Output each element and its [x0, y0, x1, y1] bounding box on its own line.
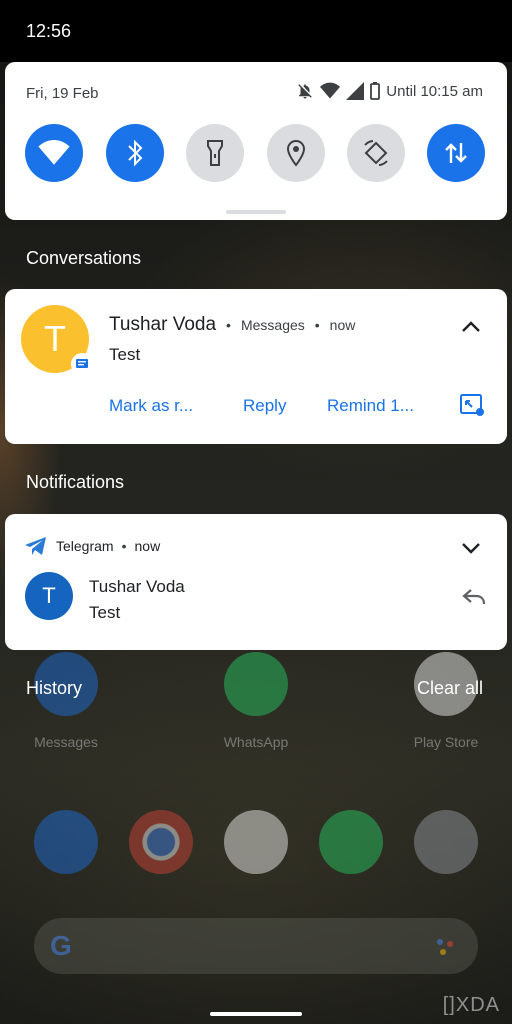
- conversations-title: Conversations: [26, 248, 142, 268]
- assistant-icon: [437, 939, 453, 955]
- signal-icon: [346, 82, 365, 100]
- chevron-up-icon[interactable]: [459, 315, 483, 339]
- xda-watermark: []XDA: [442, 994, 500, 1016]
- status-bar: 12:56: [0, 0, 512, 62]
- telegram-icon: [25, 537, 46, 555]
- reply-button[interactable]: Reply: [243, 396, 286, 416]
- notifications-title: Notifications: [26, 472, 125, 492]
- chrome-app-icon: [129, 810, 193, 874]
- wifi-icon: [38, 140, 70, 165]
- avatar-letter: T: [42, 583, 56, 608]
- separator: •: [226, 317, 231, 333]
- data-arrows-icon: [445, 143, 467, 163]
- app-name: Messages: [240, 317, 305, 333]
- mark-as-read-button[interactable]: Mark as r...: [109, 396, 193, 416]
- sender-name: Tushar Voda: [89, 577, 185, 596]
- flashlight-icon: [207, 140, 223, 166]
- notification-header: Telegram • now: [24, 536, 160, 556]
- wifi-icon: [320, 82, 341, 99]
- app-name: Telegram: [56, 538, 114, 554]
- gesture-nav-pill[interactable]: [210, 1012, 302, 1016]
- qs-tiles: [25, 124, 487, 182]
- app-label-play-store: Play Store: [413, 734, 479, 750]
- tile-wifi[interactable]: [25, 124, 83, 182]
- phone-app-icon: [34, 810, 98, 874]
- google-g-icon: G: [50, 930, 72, 961]
- messages-badge-icon: [71, 353, 93, 375]
- avatar: T: [25, 572, 73, 620]
- battery-icon: [370, 82, 381, 100]
- bell-off-icon: [298, 84, 313, 99]
- quick-settings-panel: Fri, 19 Feb Until 10:15 am: [5, 62, 507, 220]
- camera-app-icon: [414, 810, 478, 874]
- tile-auto-rotate[interactable]: [347, 124, 405, 182]
- separator: •: [314, 317, 320, 333]
- message-text: Test: [109, 345, 141, 364]
- google-search-bar: G: [34, 918, 478, 974]
- slack-app-icon: [224, 810, 288, 874]
- whatsapp-app-icon: [224, 652, 288, 716]
- battery-text: Until 10:15 am: [386, 82, 483, 100]
- timestamp: now: [329, 317, 356, 333]
- chevron-down-icon[interactable]: [459, 536, 483, 560]
- timestamp: now: [134, 538, 161, 554]
- qs-date[interactable]: Fri, 19 Feb: [26, 85, 99, 102]
- separator: •: [121, 538, 127, 554]
- history-button[interactable]: History: [26, 678, 82, 699]
- tile-location[interactable]: [267, 124, 325, 182]
- tile-mobile-data[interactable]: [427, 124, 485, 182]
- app-label-messages: Messages: [34, 734, 98, 750]
- remind-button[interactable]: Remind 1...: [327, 396, 414, 416]
- bluetooth-icon: [128, 139, 143, 167]
- app-label-whatsapp: WhatsApp: [223, 734, 289, 750]
- rotate-icon: [364, 140, 388, 166]
- message-icon: [76, 359, 88, 368]
- tile-bluetooth[interactable]: [106, 124, 164, 182]
- qs-drag-handle[interactable]: [226, 210, 286, 214]
- telegram-notification-card[interactable]: Telegram • now T Tushar Voda Test: [5, 514, 507, 650]
- location-icon: [286, 140, 306, 167]
- clock: 12:56: [26, 21, 72, 41]
- conversation-header: Tushar Voda • Messages • now: [109, 314, 355, 336]
- reply-icon[interactable]: [461, 586, 487, 608]
- avatar-letter: T: [44, 318, 66, 359]
- clear-all-button[interactable]: Clear all: [417, 678, 483, 699]
- qs-status-area: Until 10:15 am: [296, 82, 483, 100]
- conversation-card[interactable]: T Tushar Voda • Messages • now Test Mark…: [5, 289, 507, 444]
- tile-flashlight[interactable]: [186, 124, 244, 182]
- message-text: Test: [89, 603, 121, 622]
- sender-name: Tushar Voda: [109, 314, 217, 335]
- bubble-icon[interactable]: [459, 393, 485, 417]
- whatsapp-dock-icon: [319, 810, 383, 874]
